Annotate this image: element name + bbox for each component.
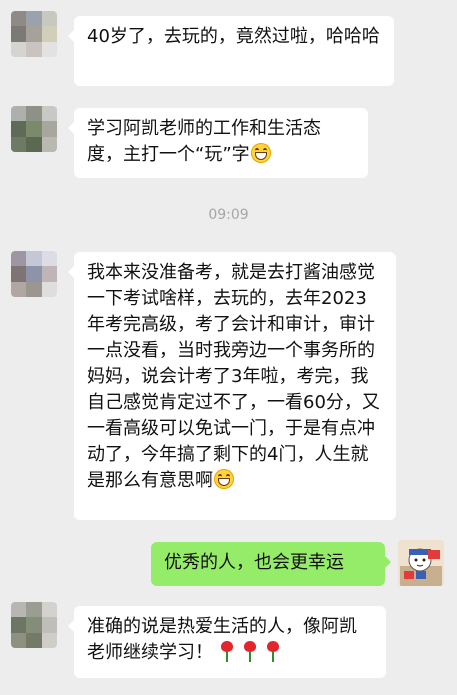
message-text: 我本来没准备考，就是去打酱油感觉一下考试啥样，去玩的，去年2023年考完高级，考… xyxy=(87,262,380,491)
grin-emoji-icon xyxy=(214,469,234,489)
avatar-contact-3[interactable] xyxy=(11,251,57,297)
avatar-contact-1[interactable] xyxy=(11,11,57,57)
chat-timestamp: 09:09 xyxy=(208,207,249,223)
message-bubble-incoming-4[interactable]: 准确的说是热爱生活的人，像阿凯老师继续学习！ xyxy=(68,606,386,678)
avatar-contact-4[interactable] xyxy=(11,602,57,648)
message-bubble-incoming-2[interactable]: 学习阿凯老师的工作和生活态度，主打一个“玩”字 xyxy=(68,108,368,178)
avatar-self-sticker[interactable] xyxy=(398,540,444,586)
avatar-contact-2[interactable] xyxy=(11,106,57,152)
message-text: 40岁了，去玩的，竟然过啦，哈哈哈 xyxy=(87,26,380,47)
rose-emoji-icon xyxy=(264,640,282,662)
rose-emoji-icon xyxy=(218,640,236,662)
message-text: 优秀的人，也会更幸运 xyxy=(164,552,344,573)
message-bubble-outgoing-1[interactable]: 优秀的人，也会更幸运 xyxy=(151,542,391,586)
message-bubble-incoming-3[interactable]: 我本来没准备考，就是去打酱油感觉一下考试啥样，去玩的，去年2023年考完高级，考… xyxy=(68,252,396,520)
cartoon-sticker-icon xyxy=(398,540,444,586)
rose-emoji-icon xyxy=(241,640,259,662)
message-bubble-incoming-1[interactable]: 40岁了，去玩的，竟然过啦，哈哈哈 xyxy=(68,16,394,86)
message-text: 学习阿凯老师的工作和生活态度，主打一个“玩”字 xyxy=(87,118,321,165)
grin-emoji-icon xyxy=(250,143,271,163)
